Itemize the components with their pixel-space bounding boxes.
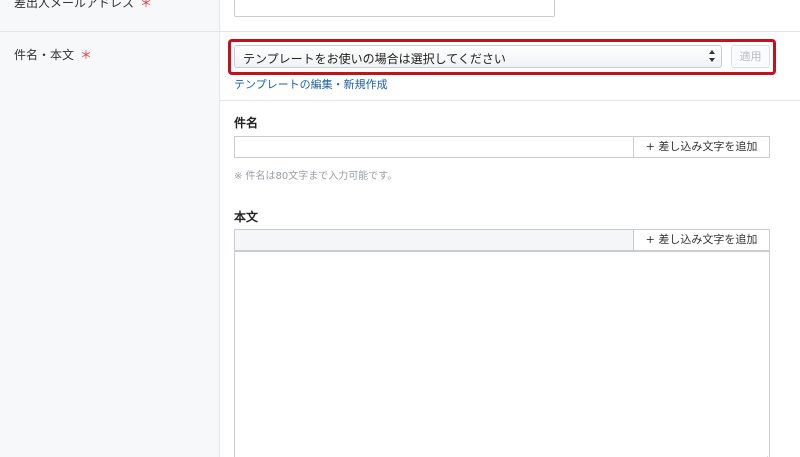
select-arrows-icon <box>709 50 715 62</box>
row-divider <box>0 31 800 32</box>
sender-email-label: 差出人メールアドレス ＊ <box>14 0 152 11</box>
subject-hint: ※ 件名は80文字まで入力可能です。 <box>234 171 398 182</box>
template-select-value: テンプレートをお使いの場合は選択してください <box>243 52 506 66</box>
subject-body-label-text: 件名・本文 <box>14 48 75 62</box>
label-column <box>0 0 220 457</box>
required-mark: ＊ <box>140 0 153 10</box>
template-select[interactable]: テンプレートをお使いの場合は選択してください <box>234 45 722 68</box>
body-textarea[interactable] <box>234 251 770 457</box>
sender-email-label-text: 差出人メールアドレス <box>14 0 135 10</box>
subject-body-label: 件名・本文 ＊ <box>14 46 92 63</box>
row-divider <box>220 100 800 101</box>
required-mark: ＊ <box>80 48 93 62</box>
body-toolbar <box>234 229 634 251</box>
sender-email-input[interactable] <box>234 0 555 17</box>
body-insert-button[interactable]: + 差し込み文字を追加 <box>633 229 770 251</box>
apply-button[interactable]: 適用 <box>731 45 770 68</box>
subject-input[interactable] <box>234 136 634 158</box>
subject-title: 件名 <box>234 116 259 130</box>
body-title: 本文 <box>234 210 259 224</box>
template-edit-link[interactable]: テンプレートの編集・新規作成 <box>234 76 388 92</box>
subject-insert-button[interactable]: + 差し込み文字を追加 <box>633 136 770 158</box>
